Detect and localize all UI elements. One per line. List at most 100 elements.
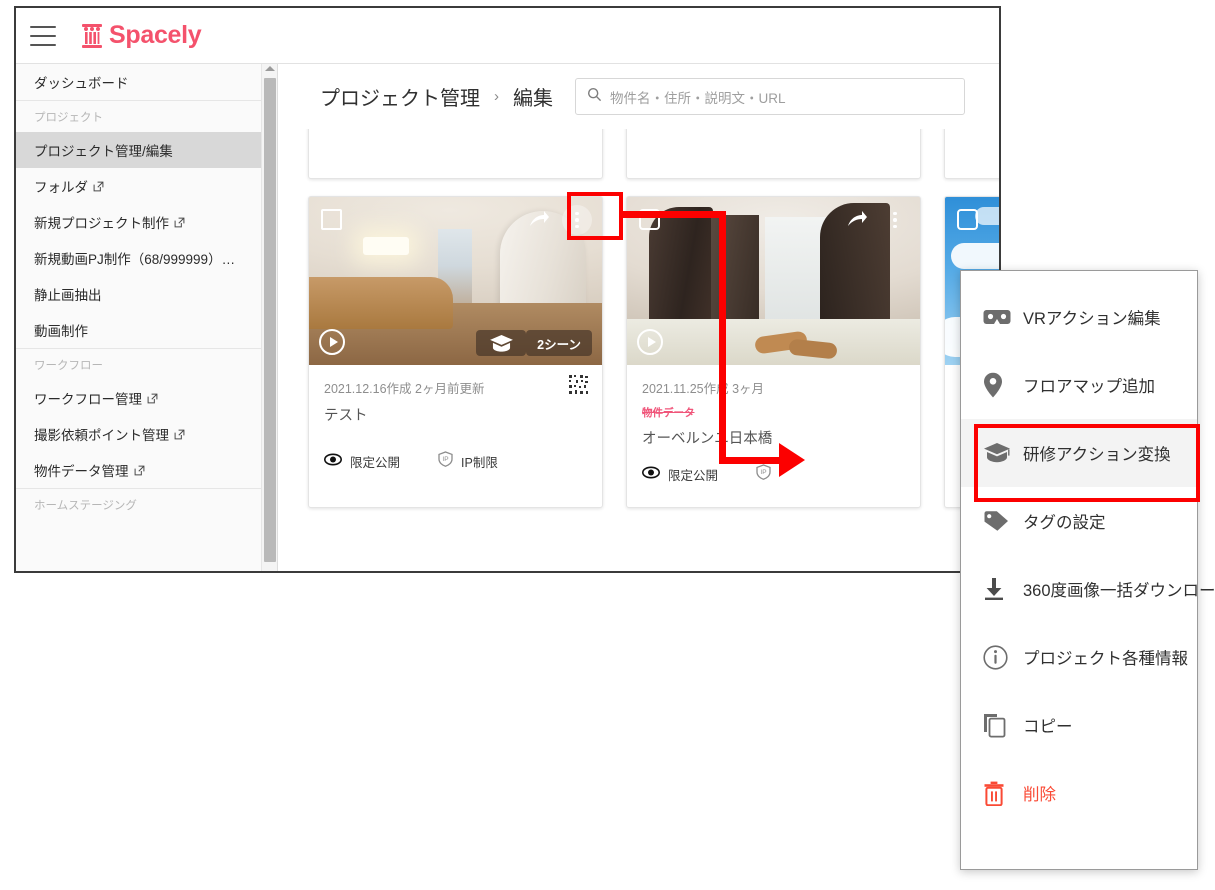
project-card[interactable]: 2シーン 2021.12.16作成 2ヶ月前更新 テスト 限定公開 IP IP制… [308,196,603,508]
sidebar-section-label: ホームステージング [34,499,137,512]
sidebar-item-10[interactable]: 撮影依頼ポイント管理 [16,416,261,452]
external-link-icon [134,465,145,476]
context-menu-item-6[interactable]: コピー [961,691,1197,759]
context-menu: VRアクション編集 フロアマップ追加 研修アクション変換 タグの設定 360度画像一括ダ… [960,270,1215,870]
card-date: 2021.11.25作成 3ヶ月 [642,382,765,396]
download-icon [983,577,1013,601]
scrollbar-thumb[interactable] [264,78,276,562]
graduation-cap-icon [476,330,526,356]
annotation-line-vertical [719,211,726,464]
share-arrow-icon[interactable] [528,209,550,231]
card-date: 2021.12.16作成 2ヶ月前更新 [324,382,485,396]
sidebar-section-header: ホームステージング [16,488,261,520]
external-link-icon [174,217,185,228]
greek-column-icon [80,23,104,49]
sidebar-item-label: プロジェクト管理/編集 [34,144,173,159]
select-square-icon[interactable] [957,209,978,230]
play-circle-icon[interactable] [637,329,663,355]
map-pin-icon [983,372,1013,398]
context-menu-item-4[interactable]: 360度画像一括ダウンロード [961,555,1215,623]
svg-text:IP: IP [442,456,448,463]
annotation-target-highlight [974,424,1200,502]
breadcrumb-bar: プロジェクト管理 › 編集 物件名・住所・説明文・URL [278,64,999,129]
sidebar-item-5[interactable]: 新規動画PJ制作（68/999999）… [16,240,261,276]
context-menu-item-label: タグの設定 [1023,514,1106,532]
visibility-label: 限定公開 [350,456,401,470]
sidebar-item-3[interactable]: フォルダ [16,168,261,204]
search-placeholder: 物件名・住所・説明文・URL [610,90,786,106]
project-thumbnail[interactable] [627,197,920,365]
annotation-line-horizontal-2 [719,457,781,464]
sidebar-item-label: 新規動画PJ制作（68/999999）… [34,252,236,267]
top-bar: Spacely [16,8,999,64]
sidebar-item-7[interactable]: 動画制作 [16,312,261,348]
sidebar-item-9[interactable]: ワークフロー管理 [16,380,261,416]
context-menu-item-label: プロジェクト各種情報 [1023,650,1188,668]
qr-code-icon[interactable] [569,375,588,394]
sidebar-item-2[interactable]: プロジェクト管理/編集 [16,132,261,168]
sidebar-item-label: 静止画抽出 [34,288,102,303]
sidebar-section-label: プロジェクト [34,111,103,124]
context-menu-item-label: コピー [1023,718,1073,736]
play-circle-icon[interactable] [319,329,345,355]
sidebar-item-0[interactable]: ダッシュボード [16,64,261,100]
kebab-menu-icon[interactable] [880,205,910,235]
brand-logo[interactable]: Spacely [80,21,202,50]
sidebar-scrollbar[interactable] [261,64,277,571]
eye-icon [642,466,660,484]
context-menu-item-label: フロアマップ追加 [1023,378,1155,396]
scene-count-badge: 2シーン [526,330,592,356]
context-menu-item-0[interactable]: VRアクション編集 [961,283,1197,351]
sidebar-section-label: ワークフロー [34,359,103,372]
sidebar-item-label: 撮影依頼ポイント管理 [34,428,169,443]
tag-icon [983,510,1013,532]
annotation-arrowhead [779,443,805,477]
info-circle-icon [983,644,1013,670]
context-menu-item-label: 360度画像一括ダウンロード [1023,582,1215,600]
sidebar-item-label: ワークフロー管理 [34,392,142,407]
card-footer: 限定公開 IP IP制限 [324,451,587,486]
sidebar-item-6[interactable]: 静止画抽出 [16,276,261,312]
copy-icon [983,713,1013,738]
trash-icon [983,781,1013,806]
sidebar-item-label: ダッシュボード [34,76,129,91]
sidebar-item-11[interactable]: 物件データ管理 [16,452,261,488]
project-thumbnail[interactable]: 2シーン [309,197,602,365]
shield-ip-icon: IP [756,464,771,485]
eye-icon [324,453,342,471]
card-body: 2021.11.25作成 3ヶ月 物件データ オーベルンユ日本橋 限定公開 IP [627,365,920,499]
external-link-icon [93,181,104,192]
share-arrow-icon[interactable] [846,209,868,231]
card-title: テスト [324,408,368,424]
external-link-icon [147,393,158,404]
sidebar-item-4[interactable]: 新規プロジェクト制作 [16,204,261,240]
sidebar: ダッシュボード プロジェクトプロジェクト管理/編集 フォルダ新規プロジェクト制作新規… [16,64,278,571]
app-window: Spacely ダッシュボード プロジェクトプロジェクト管理/編集 フォルダ新規プロ… [14,6,1001,573]
context-menu-item-7[interactable]: 削除 [961,759,1197,827]
context-menu-item-5[interactable]: プロジェクト各種情報 [961,623,1197,691]
context-menu-item-label: 削除 [1023,786,1056,804]
annotation-line-horizontal-1 [620,211,726,218]
sidebar-item-label: 物件データ管理 [34,464,129,479]
scroll-up-arrow-icon[interactable] [265,66,275,71]
restriction-label: IP制限 [461,456,498,470]
context-menu-item-label: VRアクション編集 [1023,310,1161,328]
breadcrumb-parent[interactable]: プロジェクト管理 [320,82,480,111]
search-input[interactable]: 物件名・住所・説明文・URL [575,78,965,115]
annotation-source-highlight [567,192,623,240]
sidebar-item-label: 動画制作 [34,324,88,339]
hamburger-icon[interactable] [30,25,56,46]
sidebar-item-label: フォルダ [34,180,88,195]
external-link-icon [174,429,185,440]
brand-name: Spacely [109,21,202,49]
breadcrumb-current: 編集 [513,88,553,110]
sidebar-list: ダッシュボード プロジェクトプロジェクト管理/編集 フォルダ新規プロジェクト制作新規… [16,64,261,571]
context-menu-item-1[interactable]: フロアマップ追加 [961,351,1197,419]
shield-ip-icon: IP [438,451,453,472]
card-tag: 物件データ [642,407,695,419]
visibility-label: 限定公開 [668,469,719,483]
sidebar-section-header: ワークフロー [16,348,261,380]
breadcrumb-separator: › [494,88,499,105]
select-square-icon[interactable] [321,209,342,230]
search-icon [587,87,602,107]
